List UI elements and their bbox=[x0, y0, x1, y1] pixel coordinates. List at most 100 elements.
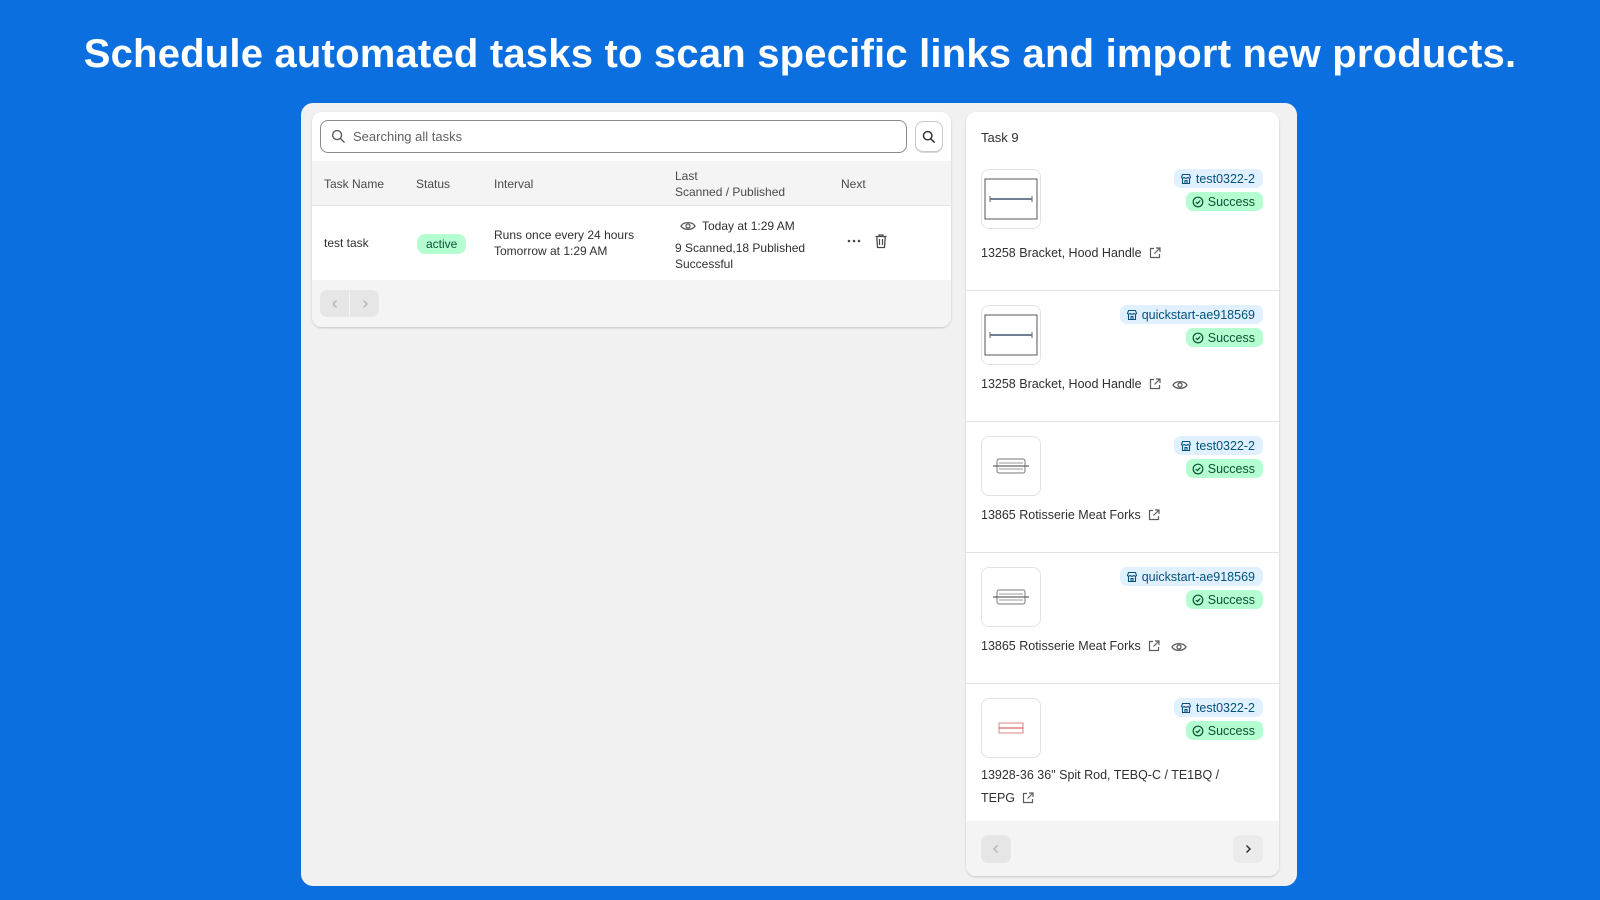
search-icon bbox=[922, 130, 935, 143]
product-name-line1: 13928-36 36" Spit Rod, TEBQ-C / TE1BQ / bbox=[981, 768, 1220, 782]
success-badge: Success bbox=[1185, 590, 1263, 609]
row-actions bbox=[846, 233, 888, 249]
store-tag: quickstart-ae918569 bbox=[1119, 567, 1263, 586]
eye-icon[interactable] bbox=[1171, 641, 1187, 653]
product-thumbnail bbox=[981, 567, 1041, 627]
external-link-icon[interactable] bbox=[1147, 508, 1161, 522]
external-link-icon[interactable] bbox=[1148, 377, 1162, 391]
product-name: 13928-36 36" Spit Rod, TEBQ-C / TE1BQ / … bbox=[981, 764, 1219, 810]
status-text: Success bbox=[1207, 592, 1255, 607]
success-badge: Success bbox=[1185, 328, 1263, 347]
product-item: quickstart-ae918569 Success 13865 Rotiss… bbox=[966, 553, 1279, 684]
product-name: 13865 Rotisserie Meat Forks bbox=[981, 504, 1161, 527]
store-icon bbox=[1180, 702, 1192, 713]
store-name: test0322-2 bbox=[1195, 171, 1255, 186]
scan-result: Successful bbox=[675, 257, 734, 271]
store-name: test0322-2 bbox=[1195, 700, 1255, 715]
eye-icon[interactable] bbox=[1171, 379, 1188, 391]
spit-rod-image bbox=[998, 722, 1024, 734]
product-thumbnail bbox=[981, 169, 1041, 229]
search-button[interactable] bbox=[915, 121, 943, 152]
success-badge: Success bbox=[1185, 721, 1263, 740]
status-text: Success bbox=[1207, 330, 1255, 345]
product-name-text: 13258 Bracket, Hood Handle bbox=[981, 377, 1142, 391]
chevron-left-icon bbox=[331, 299, 337, 308]
product-item: test0322-2 Success 13928-36 36" Spit Rod… bbox=[966, 684, 1279, 836]
header-last-line2: Scanned / Published bbox=[675, 184, 786, 199]
search-icon bbox=[331, 129, 345, 143]
interval-cell: Runs once every 24 hours Tomorrow at 1:2… bbox=[494, 227, 634, 259]
chevron-right-icon bbox=[1245, 844, 1252, 854]
header-status[interactable]: Status bbox=[416, 161, 450, 206]
store-name: quickstart-ae918569 bbox=[1141, 569, 1255, 584]
external-link-icon[interactable] bbox=[1147, 639, 1161, 653]
product-thumbnail bbox=[981, 436, 1041, 496]
next-run-text: Tomorrow at 1:29 AM bbox=[494, 244, 608, 258]
last-time-row: Today at 1:29 AM bbox=[680, 218, 805, 234]
task-name-cell[interactable]: test task bbox=[324, 235, 369, 251]
product-item: test0322-2 Success 13865 Rotisserie Meat… bbox=[966, 422, 1279, 553]
detail-pagination bbox=[966, 821, 1279, 876]
scan-counts: 9 Scanned,18 Published bbox=[675, 241, 806, 255]
store-icon bbox=[1126, 309, 1137, 320]
header-next[interactable]: Next bbox=[841, 161, 866, 206]
bracket-image bbox=[984, 178, 1038, 220]
header-task-name[interactable]: Task Name bbox=[324, 161, 384, 206]
prev-page-button[interactable] bbox=[320, 290, 349, 317]
store-name: test0322-2 bbox=[1195, 438, 1255, 453]
product-thumbnail bbox=[981, 305, 1041, 365]
header-last-line1: Last bbox=[675, 168, 698, 183]
chevron-right-icon bbox=[362, 299, 368, 308]
check-circle-icon bbox=[1192, 196, 1204, 207]
search-input[interactable] bbox=[353, 129, 893, 144]
table-pagination bbox=[312, 280, 951, 327]
header-interval[interactable]: Interval bbox=[494, 161, 533, 206]
external-link-icon[interactable] bbox=[1021, 791, 1035, 805]
status-text: Success bbox=[1207, 194, 1255, 209]
pagination-buttons bbox=[320, 290, 379, 317]
product-item: test0322-2 Success 13258 Bracket, Hood H… bbox=[966, 160, 1279, 291]
search-field[interactable] bbox=[320, 120, 907, 153]
store-tag: quickstart-ae918569 bbox=[1119, 305, 1263, 324]
app-frame: Task Name Status Interval Last Scanned /… bbox=[301, 103, 1297, 886]
store-tag: test0322-2 bbox=[1173, 169, 1263, 188]
search-row bbox=[320, 120, 943, 153]
detail-next-button[interactable] bbox=[1233, 835, 1263, 863]
trash-icon[interactable] bbox=[874, 233, 888, 249]
eye-icon[interactable] bbox=[680, 220, 696, 232]
store-icon bbox=[1126, 571, 1137, 582]
forks-image bbox=[993, 589, 1029, 605]
check-circle-icon bbox=[1192, 463, 1204, 474]
next-page-button[interactable] bbox=[350, 290, 379, 317]
external-link-icon[interactable] bbox=[1148, 246, 1162, 260]
store-icon bbox=[1180, 173, 1192, 184]
store-name: quickstart-ae918569 bbox=[1141, 307, 1255, 322]
success-badge: Success bbox=[1185, 459, 1263, 478]
check-circle-icon bbox=[1192, 332, 1204, 343]
product-name: 13258 Bracket, Hood Handle bbox=[981, 242, 1162, 265]
product-name-line2-row: TEPG bbox=[981, 787, 1219, 810]
more-horizontal-icon[interactable] bbox=[846, 233, 862, 249]
status-text: Success bbox=[1207, 461, 1255, 476]
product-name: 13865 Rotisserie Meat Forks bbox=[981, 635, 1187, 658]
table-row[interactable]: test task active Runs once every 24 hour… bbox=[312, 206, 951, 280]
product-name-text: 13865 Rotisserie Meat Forks bbox=[981, 639, 1141, 653]
chevron-left-icon bbox=[993, 845, 998, 853]
product-name-text: 13258 Bracket, Hood Handle bbox=[981, 246, 1142, 260]
header-last-scanned[interactable]: Last Scanned / Published bbox=[675, 161, 785, 206]
product-name-text: 13865 Rotisserie Meat Forks bbox=[981, 508, 1141, 522]
product-name: 13258 Bracket, Hood Handle bbox=[981, 373, 1188, 396]
last-scan-time: Today at 1:29 AM bbox=[702, 219, 795, 233]
store-tag: test0322-2 bbox=[1173, 436, 1263, 455]
bracket-image bbox=[984, 314, 1038, 356]
forks-image bbox=[993, 458, 1029, 474]
page-headline: Schedule automated tasks to scan specifi… bbox=[83, 32, 1517, 76]
interval-text: Runs once every 24 hours bbox=[494, 228, 635, 242]
product-item: quickstart-ae918569 Success 13258 Bracke… bbox=[966, 291, 1279, 422]
check-circle-icon bbox=[1192, 594, 1204, 605]
detail-prev-button[interactable] bbox=[981, 835, 1011, 863]
product-thumbnail bbox=[981, 698, 1041, 758]
tasks-card: Task Name Status Interval Last Scanned /… bbox=[312, 112, 951, 327]
check-circle-icon bbox=[1192, 725, 1204, 736]
table-header: Task Name Status Interval Last Scanned /… bbox=[312, 161, 951, 206]
